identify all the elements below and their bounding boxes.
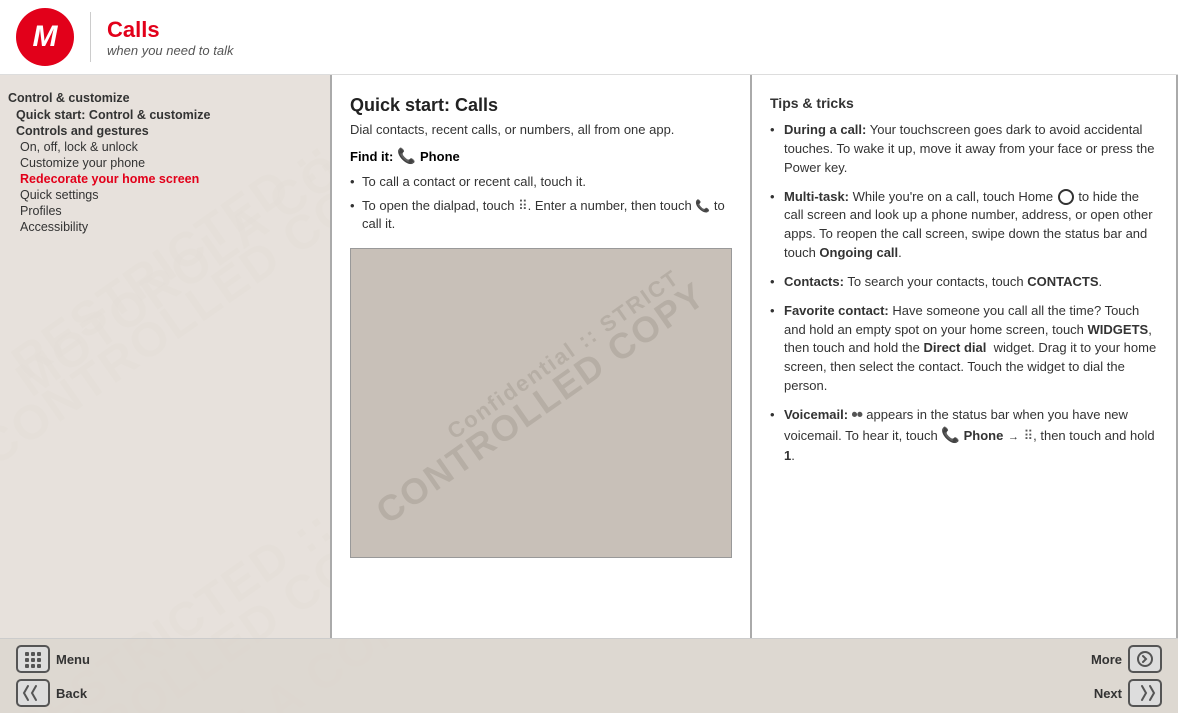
tips-pane: Tips & tricks During a call: Your touchs… — [752, 75, 1176, 638]
next-svg — [1134, 684, 1156, 702]
screenshot-watermark: CONTROLLED COPY — [368, 273, 713, 532]
bullet-item-2: To open the dialpad, touch ⠿. Enter a nu… — [350, 197, 732, 233]
main-intro: Dial contacts, recent calls, or numbers,… — [350, 122, 732, 137]
footer-bar: Menu More Back — [0, 638, 1178, 713]
main-title: Quick start: Calls — [350, 95, 732, 116]
main-pane: Quick start: Calls Dial contacts, recent… — [332, 75, 752, 638]
bullet-list: To call a contact or recent call, touch … — [350, 173, 732, 234]
tip-voicemail: Voicemail: ⏺⏺ appears in the status bar … — [770, 406, 1158, 465]
screenshot-placeholder: CONTROLLED COPY Confidential :: STRICT — [350, 248, 732, 558]
logo-letter: M — [33, 20, 58, 54]
back-svg — [22, 684, 44, 702]
tip-multitask-term: Multi-task: — [784, 189, 849, 204]
phone-keyword: Phone — [964, 428, 1004, 443]
sidebar-item-onoff[interactable]: On, off, lock & unlock — [8, 139, 322, 155]
find-it-label: Find it: — [350, 149, 393, 164]
sidebar-item-quicksettings[interactable]: Quick settings — [8, 187, 322, 203]
sidebar-item-quickstart[interactable]: Quick start: Control & customize — [8, 107, 322, 123]
menu-label: Menu — [56, 652, 90, 667]
sidebar: Control & customize Quick start: Control… — [0, 75, 330, 638]
phone-call-icon: 📞 — [695, 198, 710, 215]
footer-bottom-row: Back Next — [16, 679, 1162, 707]
header: M Calls when you need to talk — [0, 0, 1178, 75]
tip-multitask: Multi-task: While you're on a call, touc… — [770, 188, 1158, 263]
sidebar-item-accessibility[interactable]: Accessibility — [8, 219, 322, 235]
home-circle-icon — [1058, 189, 1074, 205]
more-button[interactable]: More — [1091, 645, 1162, 673]
sidebar-item-redecorate[interactable]: Redecorate your home screen — [8, 171, 322, 187]
next-icon — [1128, 679, 1162, 707]
more-label: More — [1091, 652, 1122, 667]
tip-voicemail-term: Voicemail: — [784, 407, 848, 422]
header-divider — [90, 12, 91, 62]
back-button[interactable]: Back — [16, 679, 87, 707]
ongoing-call-keyword: Ongoing call — [819, 245, 898, 260]
tip-favorite-term: Favorite contact: — [784, 303, 889, 318]
menu-svg — [23, 649, 43, 669]
dialpad-icon-voicemail: ⠿ — [1024, 427, 1034, 446]
tip-contacts-term: Contacts: — [784, 274, 844, 289]
arrow-icon: → — [1008, 431, 1019, 443]
dialpad-icon: ⠿ — [518, 197, 528, 215]
page-title: Calls — [107, 17, 233, 43]
next-label: Next — [1094, 686, 1122, 701]
phone-icon-voicemail: 📞 — [941, 427, 960, 444]
back-label: Back — [56, 686, 87, 701]
header-title-block: Calls when you need to talk — [107, 17, 233, 58]
tip-contacts: Contacts: To search your contacts, touch… — [770, 273, 1158, 292]
menu-button[interactable]: Menu — [16, 645, 90, 673]
content-area: Quick start: Calls Dial contacts, recent… — [330, 75, 1178, 638]
one-keyword: 1 — [784, 448, 791, 463]
voicemail-icon: ⏺⏺ — [852, 408, 863, 424]
tip-during-call: During a call: Your touchscreen goes dar… — [770, 121, 1158, 178]
widgets-keyword: WIDGETS — [1088, 322, 1149, 337]
page-subtitle: when you need to talk — [107, 43, 233, 58]
more-icon — [1128, 645, 1162, 673]
find-it-line: Find it: 📞 Phone — [350, 147, 732, 165]
footer-top-row: Menu More — [16, 645, 1162, 673]
page-wrapper: M Calls when you need to talk Control & … — [0, 0, 1178, 713]
body-area: Control & customize Quick start: Control… — [0, 75, 1178, 638]
contacts-keyword: CONTACTS — [1027, 274, 1098, 289]
screenshot-watermark-2: Confidential :: STRICT — [443, 264, 685, 444]
bullet-item-1: To call a contact or recent call, touch … — [350, 173, 732, 191]
sidebar-item-customize[interactable]: Customize your phone — [8, 155, 322, 171]
menu-icon — [16, 645, 50, 673]
more-svg — [1135, 649, 1155, 669]
back-icon — [16, 679, 50, 707]
tip-during-call-term: During a call: — [784, 122, 866, 137]
next-button[interactable]: Next — [1094, 679, 1162, 707]
directdial-keyword: Direct dial — [924, 340, 987, 355]
sidebar-item-controls[interactable]: Controls and gestures — [8, 123, 322, 139]
phone-icon: 📞 — [397, 147, 416, 165]
tips-list: During a call: Your touchscreen goes dar… — [770, 121, 1158, 465]
motorola-logo: M — [16, 8, 74, 66]
sidebar-nav: Control & customize Quick start: Control… — [8, 91, 322, 235]
sidebar-item-profiles[interactable]: Profiles — [8, 203, 322, 219]
tips-title: Tips & tricks — [770, 95, 1158, 111]
tip-favorite: Favorite contact: Have someone you call … — [770, 302, 1158, 396]
phone-label: Phone — [420, 149, 460, 164]
sidebar-section-title: Control & customize — [8, 91, 322, 105]
